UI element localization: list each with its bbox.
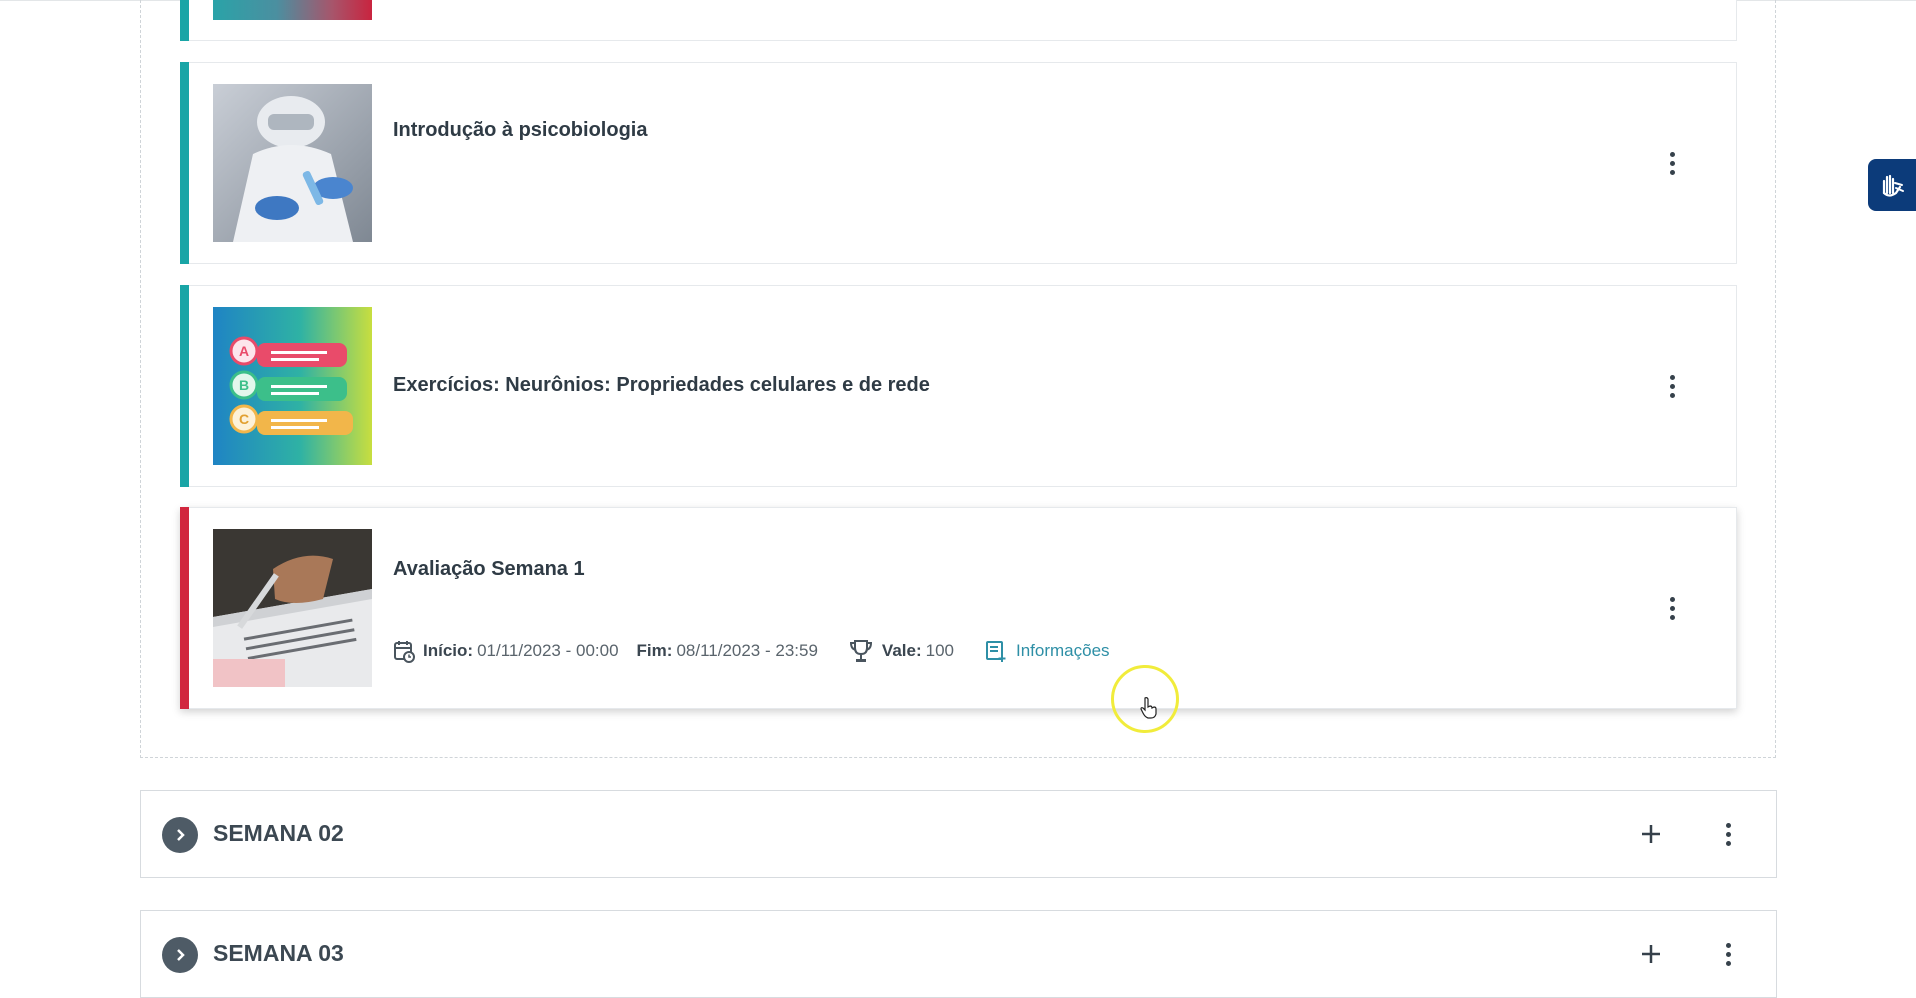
- status-bar: [180, 285, 189, 487]
- activity-title[interactable]: Exercícios: Neurônios: Propriedades celu…: [393, 374, 930, 397]
- hands-sign-language-icon: [1882, 174, 1904, 197]
- svg-text:C: C: [239, 411, 249, 427]
- info-link[interactable]: Informações: [984, 639, 1110, 663]
- end-label: Fim:: [636, 641, 673, 660]
- expand-chevron-icon[interactable]: [162, 937, 198, 973]
- status-bar: [180, 507, 189, 709]
- trophy-icon: [849, 640, 872, 662]
- activity-card-partial[interactable]: [180, 0, 1737, 41]
- status-bar: [180, 0, 189, 41]
- add-icon[interactable]: [1636, 819, 1666, 849]
- more-options-icon[interactable]: [1660, 371, 1684, 401]
- grade-value: Vale: 100: [848, 638, 954, 664]
- sign-language-widget-button[interactable]: [1868, 159, 1916, 211]
- info-link-label[interactable]: Informações: [1016, 641, 1110, 661]
- calendar-clock-icon: [394, 641, 415, 663]
- activity-card[interactable]: A B C Exercícios: Neurônios: Propriedade…: [180, 285, 1737, 487]
- start-date: Início: 01/11/2023 - 00:00: [393, 639, 619, 663]
- more-options-icon[interactable]: [1716, 939, 1740, 969]
- more-options-icon[interactable]: [1660, 148, 1684, 178]
- hand-pointer-icon: [1140, 697, 1157, 719]
- end-date: Fim: 08/11/2023 - 23:59: [637, 641, 818, 661]
- more-options-icon[interactable]: [1660, 593, 1684, 623]
- info-note-icon: [986, 641, 1006, 662]
- add-icon[interactable]: [1636, 939, 1666, 969]
- status-bar: [180, 62, 189, 264]
- value-value: 100: [925, 641, 954, 660]
- activity-card-active[interactable]: Avaliação Semana 1 Início: 01/11/2023 - …: [180, 507, 1737, 709]
- activity-title[interactable]: Introdução à psicobiologia: [393, 119, 647, 142]
- start-label: Início:: [423, 641, 474, 660]
- week-title[interactable]: SEMANA 02: [213, 820, 344, 847]
- lab-scientist-image: [213, 84, 372, 242]
- quiz-abc-image: A B C: [213, 307, 372, 465]
- start-value: 01/11/2023 - 00:00: [477, 641, 619, 660]
- week-section: SEMANA 02: [140, 790, 1777, 878]
- end-value: 08/11/2023 - 23:59: [676, 641, 818, 660]
- more-options-icon[interactable]: [1716, 819, 1740, 849]
- svg-text:B: B: [239, 377, 249, 393]
- activity-thumbnail: [213, 0, 372, 20]
- week-title[interactable]: SEMANA 03: [213, 940, 344, 967]
- value-label: Vale:: [881, 641, 922, 660]
- activity-card[interactable]: Introdução à psicobiologia: [180, 62, 1737, 264]
- exam-answer-sheet-image: [213, 529, 372, 687]
- svg-text:A: A: [239, 343, 249, 359]
- activity-title[interactable]: Avaliação Semana 1: [393, 558, 585, 581]
- week-section: SEMANA 03: [140, 910, 1777, 998]
- activity-meta: Início: 01/11/2023 - 00:00 Fim: 08/11/20…: [393, 636, 1110, 666]
- expand-chevron-icon[interactable]: [162, 817, 198, 853]
